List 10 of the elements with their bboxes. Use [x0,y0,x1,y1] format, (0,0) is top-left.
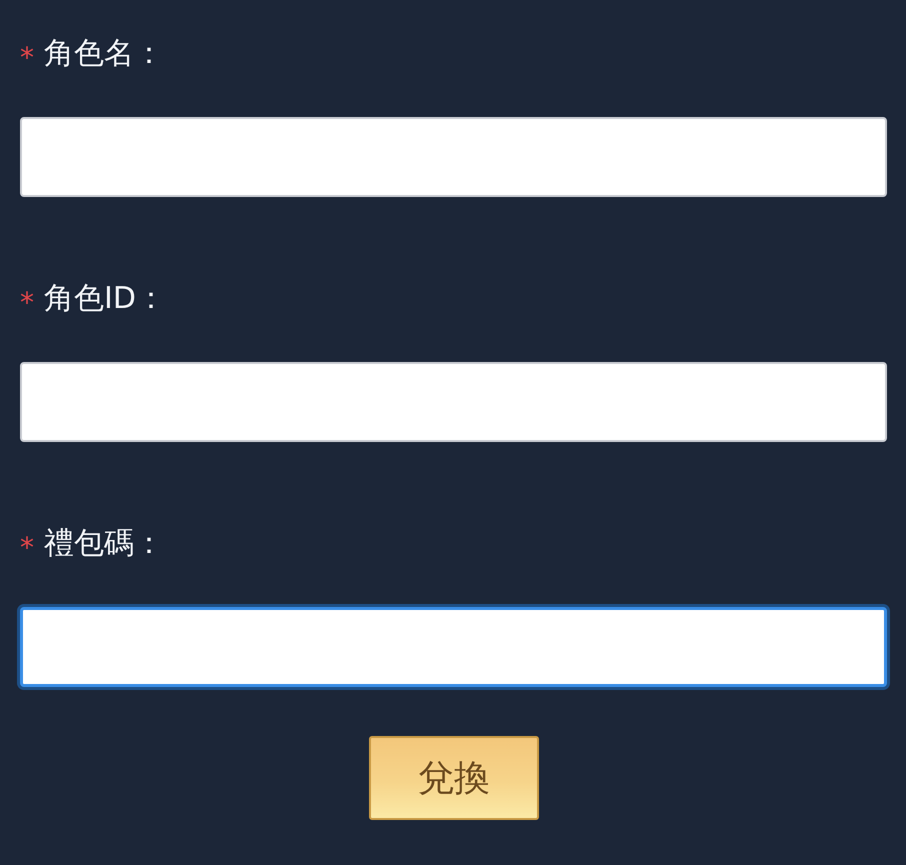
field-label: 角色名： [44,39,164,69]
input-field[interactable] [20,117,887,197]
redeem-button[interactable]: 兌換 [369,736,539,820]
required-mark: * [20,530,34,562]
field-label: 禮包碼： [44,529,164,559]
required-mark: * [20,285,34,317]
required-mark: * [20,40,34,72]
input-field[interactable] [20,607,887,687]
field-label: 角色ID： [44,284,166,314]
input-field[interactable] [20,362,887,442]
